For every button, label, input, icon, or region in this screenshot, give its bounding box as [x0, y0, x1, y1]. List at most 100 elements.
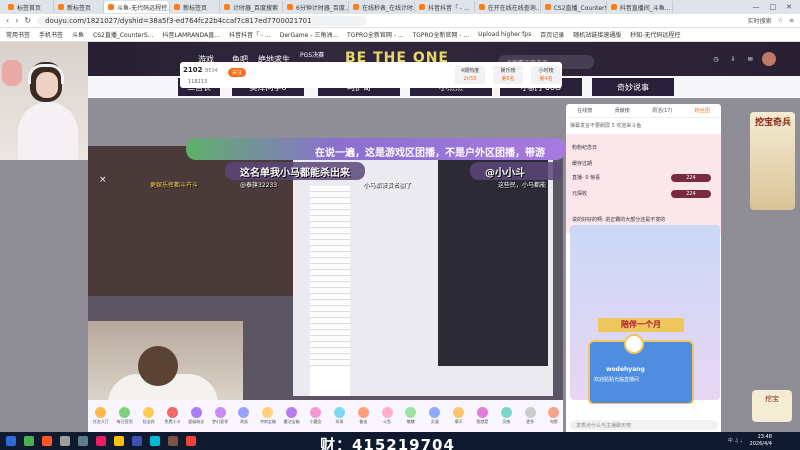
tab-7[interactable]: 抖音抖音「 - ... — [415, 1, 475, 13]
gift-item[interactable]: 魅魅 — [402, 407, 420, 425]
gift-item[interactable]: 魔法宝箱 — [283, 407, 301, 425]
gift-item[interactable]: 珍珠 — [330, 407, 348, 425]
realtime-search-button[interactable]: 实时搜索 — [748, 16, 772, 25]
bookmark-item[interactable]: 百页记录 — [540, 30, 564, 39]
gift-item[interactable]: 任务大厅 — [92, 407, 110, 425]
gift-label: 超级粉丝 — [188, 419, 205, 424]
app-icon[interactable] — [42, 436, 52, 446]
clock[interactable]: 23:48 2026/4/4 — [750, 434, 772, 448]
chat-badge: 224 — [671, 190, 711, 198]
gift-label: 梦幻夏季 — [212, 419, 229, 424]
bookmark-item[interactable]: 随机站链接速通版 — [573, 30, 621, 39]
tab-3[interactable]: 新标签页 — [170, 1, 220, 13]
gift-item[interactable]: 摩天 — [450, 407, 468, 425]
favicon-icon — [544, 4, 551, 10]
tab-5[interactable]: 6分钟计时器_百度... — [283, 1, 350, 13]
bookmark-item[interactable]: 抖音抖音「 - ... — [229, 30, 271, 39]
chat-input[interactable]: 发表点什么与主播聊天吧 — [570, 420, 718, 430]
danmu-text: @泰旗32233 — [240, 182, 278, 189]
tab-fans[interactable]: 粉丝团 — [695, 107, 710, 114]
tab-2[interactable]: 斗鱼-无代码远程控... — [104, 1, 170, 13]
bookmark-item[interactable]: CS2直播_CounterS... — [93, 30, 153, 39]
tab-1[interactable]: 新标签页 — [54, 1, 104, 13]
app-icon[interactable] — [168, 436, 178, 446]
gift-icon — [238, 407, 250, 418]
app-icon[interactable] — [78, 436, 88, 446]
follow-button[interactable]: 关注 — [228, 68, 247, 77]
gift-item[interactable]: 梦幻夏季 — [211, 407, 229, 425]
bookmark-item[interactable]: 手机书签 — [39, 30, 63, 39]
system-tray[interactable]: 中 ♫ 𝅘𝅥 — [728, 437, 742, 444]
tab-0[interactable]: 标签首页 — [4, 1, 54, 13]
favicon-icon — [353, 4, 360, 10]
gift-item[interactable]: 挂宝弃 — [140, 407, 158, 425]
app-icon[interactable] — [114, 436, 124, 446]
url-field[interactable]: douyu.com/1821027/dyshid=38a5f3-ed764fc2… — [37, 15, 368, 26]
rank-item[interactable]: 娱乐榜 第6名 — [493, 66, 523, 84]
gift-item[interactable]: 斗鱼 — [378, 407, 396, 425]
rank-value: 第6名 — [501, 76, 515, 82]
bookmark-item[interactable]: 斗鱼 — [72, 30, 84, 39]
close-overlay-icon[interactable]: × — [99, 175, 107, 185]
gift-item[interactable]: 贵族 — [235, 407, 253, 425]
app-icon[interactable] — [96, 436, 106, 446]
tab-4[interactable]: 计时器_百度搜索 — [220, 1, 284, 13]
star-icon[interactable]: ☆ — [778, 17, 783, 24]
close-icon[interactable]: ✕ — [786, 3, 792, 11]
tab-9[interactable]: CS2直播_CounterS... — [541, 1, 607, 13]
tab-online-rank[interactable]: 在线榜 — [577, 107, 592, 114]
start-icon[interactable] — [6, 436, 16, 446]
app-icon[interactable] — [132, 436, 142, 446]
user-avatar[interactable] — [762, 52, 776, 66]
maximize-icon[interactable]: □ — [770, 3, 777, 11]
tab-contribution[interactable]: 贡献榜 — [615, 107, 630, 114]
gift-icon — [143, 407, 155, 418]
tab-label: 抖音抖音「 - ... — [428, 4, 470, 12]
menu-icon[interactable]: ≡ — [789, 17, 794, 24]
tab-label: 在线秒表_在线计时... — [362, 4, 416, 12]
chat-message: 说的好好的啊: 进正霸的大部分还是不变的 — [572, 217, 666, 223]
gift-item[interactable]: 灵遁 — [426, 407, 444, 425]
bookmark-item[interactable]: TGPRO全新官网 - ... — [347, 30, 404, 39]
bookmark-item[interactable]: Upload higher fps — [478, 31, 531, 38]
clock-time: 23:48 — [757, 434, 772, 440]
bookmark-item[interactable]: 抖音LAMRANDA直... — [162, 30, 220, 39]
reload-icon[interactable]: ↻ — [24, 16, 31, 25]
gift-item[interactable]: 超级粉丝 — [187, 407, 205, 425]
gift-item[interactable]: 小魔女 — [307, 407, 325, 425]
tab-6[interactable]: 在线秒表_在线计时... — [349, 1, 416, 13]
app-icon[interactable] — [186, 436, 196, 446]
chat-message: 缓存过期 — [572, 161, 593, 167]
tab-8[interactable]: 在开在线在线查询... — [475, 1, 541, 13]
message-icon[interactable]: ✉ — [748, 56, 753, 63]
tab-weekly[interactable]: 周活(17) — [652, 107, 672, 114]
app-icon[interactable] — [150, 436, 160, 446]
forward-icon[interactable]: › — [15, 16, 18, 25]
gift-item[interactable]: 鲁迪 — [354, 407, 372, 425]
favicon-icon — [419, 4, 426, 10]
back-icon[interactable]: ‹ — [6, 16, 9, 25]
rank-item[interactable]: 4期热度 2t/55 — [455, 66, 485, 84]
side-ad-small[interactable]: 挖宝 — [752, 390, 792, 422]
gift-item[interactable]: 冲刺宝箱 — [259, 407, 277, 425]
bookmark-item[interactable]: 秒知-无代码远程控 — [630, 30, 680, 39]
rank-item[interactable]: 小时榜 第4名 — [531, 66, 561, 84]
streamer-head — [138, 346, 178, 386]
gift-item[interactable]: 灵感 — [497, 407, 515, 425]
gift-item[interactable]: 更多 — [521, 407, 539, 425]
category-button[interactable]: 奇妙说事 — [592, 78, 674, 96]
tab-10[interactable]: 抖音直播间_斗鱼... — [607, 1, 673, 13]
gift-label: 珍珠 — [335, 419, 344, 424]
app-icon[interactable] — [60, 436, 70, 446]
app-icon[interactable] — [24, 436, 34, 446]
bookmark-item[interactable]: 常用书签 — [6, 30, 30, 39]
gift-item[interactable]: 电影 — [545, 407, 563, 425]
gift-item[interactable]: 我就是 — [474, 407, 492, 425]
history-icon[interactable]: ◷ — [713, 56, 718, 63]
minimize-icon[interactable]: — — [753, 3, 760, 11]
bookmark-item[interactable]: TGPRO全新官网 - ... — [413, 30, 470, 39]
download-icon[interactable]: ⇩ — [731, 56, 736, 63]
gift-item[interactable]: 每日签到 — [116, 407, 134, 425]
gift-item[interactable]: 免费小卡 — [164, 407, 182, 425]
bookmark-item[interactable]: DerGame - 三角洲... — [280, 30, 338, 39]
